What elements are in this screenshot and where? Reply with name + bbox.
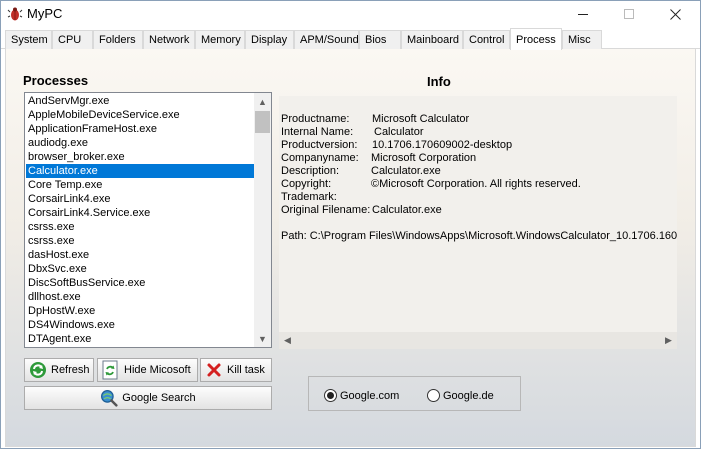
process-list-item[interactable]: CorsairLink4.Service.exe <box>26 206 255 220</box>
refresh-icon <box>29 361 47 379</box>
minimize-icon <box>578 13 588 15</box>
process-list-item[interactable]: csrss.exe <box>26 234 255 248</box>
refresh-button[interactable]: Refresh <box>24 358 94 382</box>
close-button[interactable] <box>652 1 698 27</box>
process-list-item[interactable]: browser_broker.exe <box>26 150 255 164</box>
info-value: Microsoft Corporation <box>371 152 477 164</box>
scroll-down-icon[interactable]: ▼ <box>254 330 271 347</box>
window-title: MyPC <box>27 6 63 21</box>
process-list-item[interactable]: DpHostW.exe <box>26 304 255 318</box>
info-label: Trademark: <box>281 191 337 203</box>
kill-task-button[interactable]: Kill task <box>200 358 272 382</box>
tab-memory[interactable]: Memory <box>195 30 245 49</box>
process-list-item-selected[interactable]: Calculator.exe <box>26 164 255 178</box>
close-icon <box>669 8 681 20</box>
process-list-item[interactable]: DTAgent.exe <box>26 332 255 346</box>
tab-misc[interactable]: Misc <box>562 30 602 49</box>
google-search-button[interactable]: Google Search <box>24 386 272 410</box>
tab-network[interactable]: Network <box>143 30 195 49</box>
process-list-item[interactable]: DS4Windows.exe <box>26 318 255 332</box>
process-list-item[interactable]: dasHost.exe <box>26 248 255 262</box>
document-refresh-icon <box>102 360 120 380</box>
tab-process[interactable]: Process <box>510 28 562 50</box>
process-list-item[interactable]: csrss.exe <box>26 220 255 234</box>
title-bar[interactable]: MyPC <box>1 1 700 27</box>
info-label: Productname: <box>281 113 350 125</box>
radio-google-com-label: Google.com <box>340 389 400 402</box>
info-label: Copyright: <box>281 178 332 190</box>
info-label: Internal Name: <box>281 126 354 138</box>
tab-display[interactable]: Display <box>245 30 294 49</box>
info-label: Companyname: <box>281 152 359 164</box>
process-list-item[interactable]: audiodg.exe <box>26 136 255 150</box>
process-list-item[interactable]: Core Temp.exe <box>26 178 255 192</box>
radio-checked-icon[interactable] <box>324 389 337 402</box>
info-path: Path: C:\Program Files\WindowsApps\Micro… <box>281 230 677 242</box>
maximize-button[interactable] <box>606 1 652 27</box>
info-value: 10.1706.170609002-desktop <box>372 139 513 151</box>
google-search-label: Google Search <box>122 392 196 404</box>
radio-google-com[interactable]: Google.com <box>324 389 399 402</box>
refresh-label: Refresh <box>51 364 90 376</box>
scroll-left-icon[interactable]: ◀ <box>279 332 296 349</box>
process-list[interactable]: AndServMgr.exe AppleMobileDeviceService.… <box>24 92 272 348</box>
info-label: Description: <box>281 165 340 177</box>
process-list-item[interactable]: CorsairLink4.exe <box>26 192 255 206</box>
info-heading: Info <box>427 74 451 89</box>
hide-microsoft-button[interactable]: Hide Micosoft <box>97 358 198 382</box>
tab-cpu[interactable]: CPU <box>52 30 93 49</box>
hide-microsoft-label: Hide Micosoft <box>124 364 191 376</box>
process-list-item[interactable]: AppleMobileDeviceService.exe <box>26 108 255 122</box>
process-list-item[interactable]: DbxSvc.exe <box>26 262 255 276</box>
info-value: Microsoft Calculator <box>372 113 470 125</box>
tab-system[interactable]: System <box>5 30 52 49</box>
tab-strip: System CPU Folders Network Memory Displa… <box>1 28 700 50</box>
processes-heading: Processes <box>23 73 89 88</box>
process-list-item[interactable]: ApplicationFrameHost.exe <box>26 122 255 136</box>
tab-control[interactable]: Control <box>463 30 510 49</box>
app-window: MyPC System CPU Folders Network Memory D… <box>0 0 701 449</box>
radio-google-de[interactable]: Google.de <box>427 389 494 402</box>
minimize-button[interactable] <box>560 1 606 27</box>
info-label: Productversion: <box>281 139 358 151</box>
info-value: Calculator.exe <box>371 165 441 177</box>
magnifier-globe-icon <box>100 389 118 407</box>
red-x-icon <box>205 361 223 379</box>
process-tab-content: Processes Info AndServMgr.exe AppleMobil… <box>5 49 696 447</box>
tab-apm-sound[interactable]: APM/Sound <box>294 30 359 49</box>
radio-unchecked-icon[interactable] <box>427 389 440 402</box>
scroll-up-icon[interactable]: ▲ <box>254 93 271 110</box>
info-horizontal-scrollbar[interactable]: ◀ ▶ <box>279 332 677 349</box>
scrollbar-thumb[interactable] <box>255 111 270 133</box>
search-engine-group: Google.com Google.de <box>308 376 521 411</box>
tab-bios[interactable]: Bios <box>359 30 401 49</box>
process-list-item[interactable]: AndServMgr.exe <box>26 94 255 108</box>
scroll-right-icon[interactable]: ▶ <box>660 332 677 349</box>
radio-google-de-label: Google.de <box>443 389 494 402</box>
info-value: Calculator <box>374 126 424 138</box>
kill-task-label: Kill task <box>227 364 265 376</box>
process-list-scrollbar[interactable]: ▲ ▼ <box>254 93 271 347</box>
info-panel: Productname: Microsoft Calculator Intern… <box>279 96 677 349</box>
info-value: Calculator.exe <box>372 204 442 216</box>
tab-folders[interactable]: Folders <box>93 30 143 49</box>
maximize-icon <box>624 9 634 19</box>
info-value: ©Microsoft Corporation. All rights reser… <box>371 178 581 190</box>
process-list-item[interactable]: DiscSoftBusService.exe <box>26 276 255 290</box>
bug-icon <box>7 6 23 22</box>
process-list-item[interactable]: dllhost.exe <box>26 290 255 304</box>
tab-mainboard[interactable]: Mainboard <box>401 30 463 49</box>
info-label: Original Filename: <box>281 204 371 216</box>
